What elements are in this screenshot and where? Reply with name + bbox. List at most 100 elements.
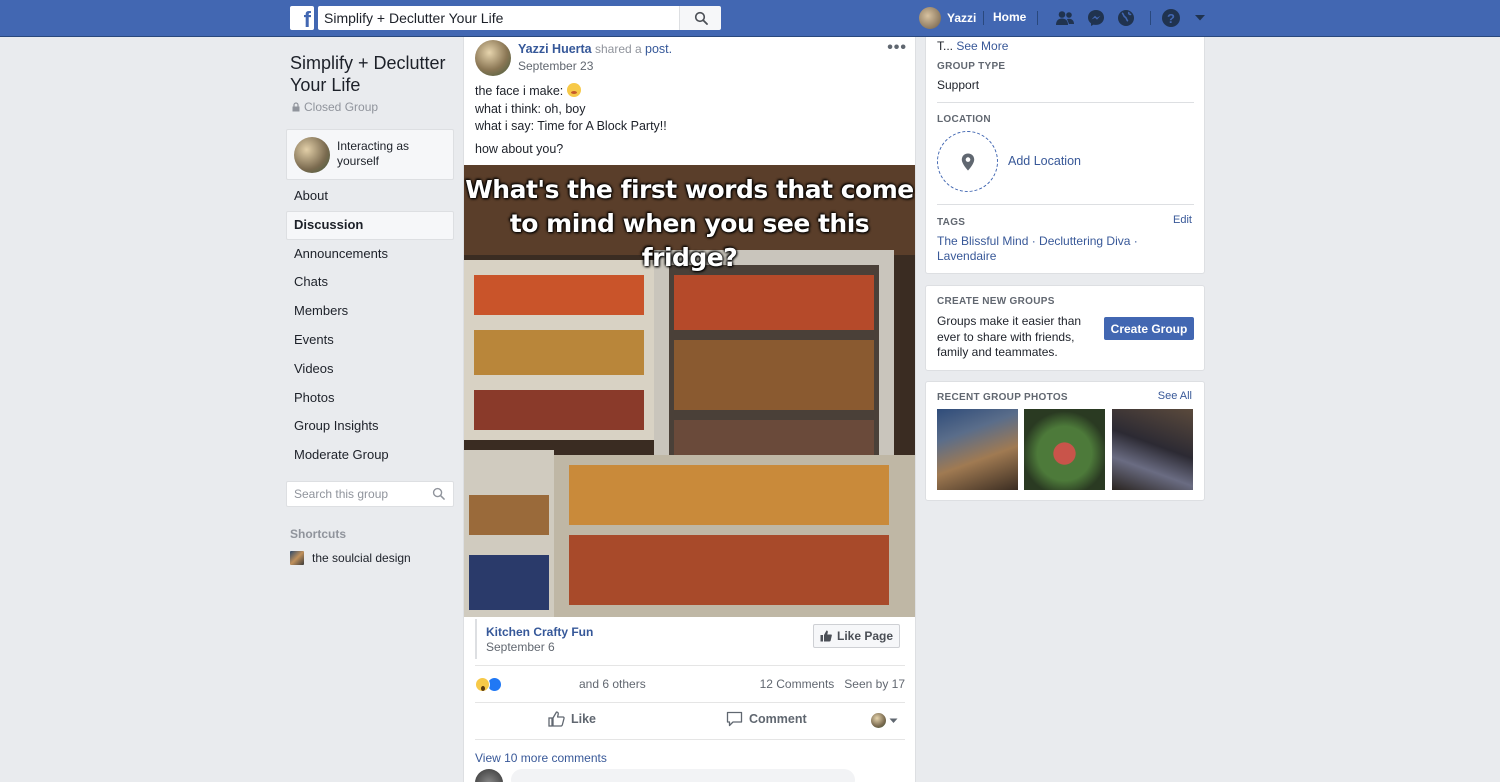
global-search-button[interactable] bbox=[679, 6, 721, 30]
avatar bbox=[871, 713, 886, 728]
nav-item-moderate-group[interactable]: Moderate Group bbox=[286, 441, 454, 470]
nav-item-members[interactable]: Members bbox=[286, 297, 454, 326]
search-icon[interactable] bbox=[432, 487, 445, 500]
comments-count[interactable]: 12 Comments bbox=[760, 677, 835, 691]
location-heading: LOCATION bbox=[937, 114, 991, 125]
shared-page-link[interactable]: Kitchen Crafty Fun bbox=[486, 625, 593, 639]
post-image[interactable]: What's the first words that come to mind… bbox=[464, 165, 915, 617]
divider bbox=[475, 665, 905, 666]
description-text: T... bbox=[937, 39, 954, 53]
like-button-label: Like bbox=[571, 712, 597, 726]
thumbs-up-icon bbox=[548, 711, 565, 727]
search-icon bbox=[694, 11, 708, 25]
more-options-icon[interactable]: ••• bbox=[887, 39, 907, 57]
like-button[interactable]: Like bbox=[548, 711, 596, 727]
see-more-link[interactable]: See More bbox=[956, 39, 1008, 53]
nav-item-events[interactable]: Events bbox=[286, 326, 454, 355]
post-line: the face i make: bbox=[475, 84, 567, 98]
nav-item-chats[interactable]: Chats bbox=[286, 268, 454, 297]
reaction-counts: 12 Comments Seen by 17 bbox=[760, 677, 905, 691]
home-link[interactable]: Home bbox=[993, 10, 1026, 24]
divider bbox=[1037, 11, 1038, 25]
group-search bbox=[286, 481, 454, 507]
top-navigation-bar: f Yazzi Home ? bbox=[0, 0, 1500, 37]
divider bbox=[1150, 11, 1151, 25]
profile-link[interactable]: Yazzi bbox=[919, 6, 976, 30]
divider bbox=[937, 204, 1194, 205]
create-groups-card: CREATE NEW GROUPS Groups make it easier … bbox=[925, 285, 1205, 371]
comment-button-label: Comment bbox=[749, 712, 807, 726]
post-line: what i say: Time for A Block Party!! bbox=[475, 119, 667, 133]
nav-item-discussion[interactable]: Discussion bbox=[286, 210, 454, 240]
divider bbox=[475, 739, 905, 740]
group-privacy: Closed Group bbox=[292, 100, 378, 114]
group-photo-thumbnail[interactable] bbox=[1024, 409, 1105, 490]
group-title[interactable]: Simplify + Declutter Your Life bbox=[290, 52, 460, 96]
comment-icon bbox=[726, 711, 743, 727]
add-location-link[interactable]: Add Location bbox=[1008, 154, 1081, 168]
help-icon[interactable]: ? bbox=[1161, 8, 1181, 28]
tag-link[interactable]: Decluttering Diva bbox=[1039, 234, 1130, 248]
chevron-down-icon[interactable] bbox=[1190, 8, 1210, 28]
wow-reaction-icon bbox=[475, 677, 490, 692]
like-page-label: Like Page bbox=[836, 629, 894, 643]
comment-button[interactable]: Comment bbox=[726, 711, 807, 727]
post-action-text: shared a bbox=[594, 42, 642, 56]
image-caption: What's the first words that come to mind… bbox=[465, 175, 914, 272]
like-page-button[interactable]: Like Page bbox=[813, 624, 900, 648]
divider bbox=[937, 102, 1194, 103]
group-search-input[interactable] bbox=[287, 482, 427, 506]
nav-item-announcements[interactable]: Announcements bbox=[286, 240, 454, 269]
tag-link[interactable]: Lavendaire bbox=[937, 249, 996, 263]
nav-item-videos[interactable]: Videos bbox=[286, 355, 454, 384]
group-photo-thumbnail[interactable] bbox=[1112, 409, 1193, 490]
facebook-logo-icon[interactable]: f bbox=[290, 6, 314, 30]
lock-icon bbox=[292, 102, 300, 112]
thumbs-up-icon bbox=[820, 630, 832, 642]
svg-text:?: ? bbox=[1167, 11, 1175, 26]
nav-item-photos[interactable]: Photos bbox=[286, 384, 454, 413]
tags-heading: TAGS bbox=[937, 217, 966, 228]
global-search bbox=[318, 6, 721, 30]
post-author-avatar[interactable] bbox=[475, 40, 511, 76]
reaction-icons[interactable] bbox=[475, 677, 502, 692]
edit-tags-link[interactable]: Edit bbox=[1173, 214, 1192, 226]
add-location-button[interactable] bbox=[937, 131, 998, 192]
global-search-input[interactable] bbox=[318, 6, 680, 30]
shortcut-item[interactable]: the soulcial design bbox=[290, 551, 411, 565]
tag-link[interactable]: The Blissful Mind bbox=[937, 234, 1028, 248]
group-navigation: About Discussion Announcements Chats Mem… bbox=[286, 182, 454, 470]
interacting-as-switcher[interactable]: Interacting as yourself bbox=[286, 129, 454, 180]
avatar bbox=[475, 769, 503, 782]
shared-post-link[interactable]: post. bbox=[645, 42, 672, 56]
see-all-photos-link[interactable]: See All bbox=[1158, 390, 1192, 402]
chevron-down-icon bbox=[889, 718, 898, 723]
post-timestamp[interactable]: September 23 bbox=[518, 59, 593, 73]
tags-list: The Blissful Mind · Decluttering Diva · … bbox=[937, 234, 1138, 263]
post-author-link[interactable]: Yazzi Huerta bbox=[518, 42, 592, 56]
profile-name: Yazzi bbox=[947, 11, 977, 25]
map-pin-icon bbox=[961, 153, 974, 170]
comment-as-selector[interactable] bbox=[871, 713, 898, 728]
description-truncated: T... See More bbox=[937, 39, 1008, 53]
reaction-others[interactable]: and 6 others bbox=[579, 677, 646, 691]
group-type-value: Support bbox=[937, 78, 980, 92]
nav-item-group-insights[interactable]: Group Insights bbox=[286, 412, 454, 441]
comment-bubble bbox=[511, 769, 855, 782]
notifications-globe-icon[interactable] bbox=[1116, 8, 1136, 28]
feed-post: Yazzi Huerta shared a post. September 23… bbox=[463, 37, 916, 782]
group-photo-thumbnail[interactable] bbox=[937, 409, 1018, 490]
view-more-comments-link[interactable]: View 10 more comments bbox=[475, 751, 607, 765]
create-groups-heading: CREATE NEW GROUPS bbox=[937, 296, 1055, 307]
post-text: the face i make: what i think: oh, boy w… bbox=[475, 83, 905, 158]
post-line: what i think: oh, boy bbox=[475, 101, 586, 116]
friend-requests-icon[interactable] bbox=[1055, 8, 1075, 28]
messenger-icon[interactable] bbox=[1086, 8, 1106, 28]
create-group-button[interactable]: Create Group bbox=[1104, 317, 1194, 340]
seen-by-count[interactable]: Seen by 17 bbox=[844, 677, 905, 691]
shared-page-date[interactable]: September 6 bbox=[486, 640, 555, 654]
flushed-emoji-icon bbox=[566, 83, 581, 97]
post-line: how about you? bbox=[475, 141, 564, 156]
nav-item-about[interactable]: About bbox=[286, 182, 454, 211]
shortcut-label: the soulcial design bbox=[312, 551, 411, 565]
